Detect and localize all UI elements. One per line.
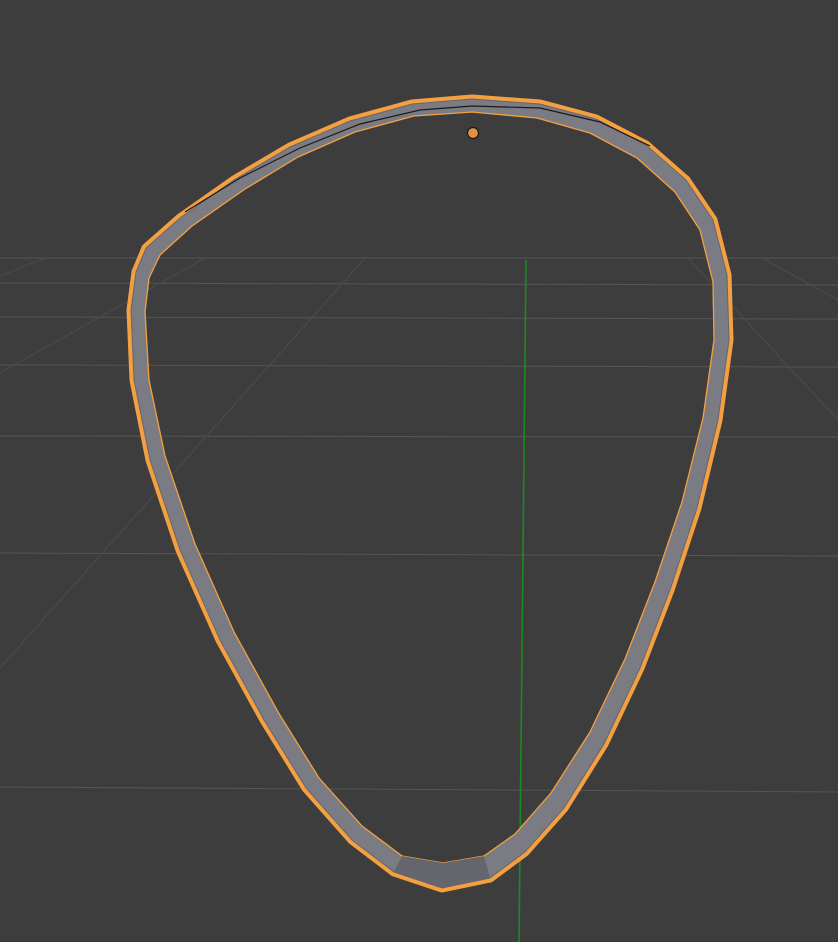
grid-line	[0, 786, 838, 793]
grid-line	[0, 257, 46, 277]
grid-line	[0, 257, 366, 669]
3d-viewport[interactable]	[0, 0, 838, 942]
floor-grid	[0, 257, 838, 793]
grid-line	[0, 552, 838, 557]
ring-mesh-body[interactable]	[130, 98, 730, 889]
object-origin-dot[interactable]	[466, 126, 480, 140]
grid-line	[0, 257, 206, 374]
selected-mesh-object[interactable]	[126, 94, 734, 893]
grid-line	[0, 316, 838, 320]
grid-line	[761, 257, 838, 301]
selection-outline-inner	[144, 111, 715, 864]
selection-outline	[126, 94, 734, 893]
viewport-canvas[interactable]	[0, 0, 838, 942]
